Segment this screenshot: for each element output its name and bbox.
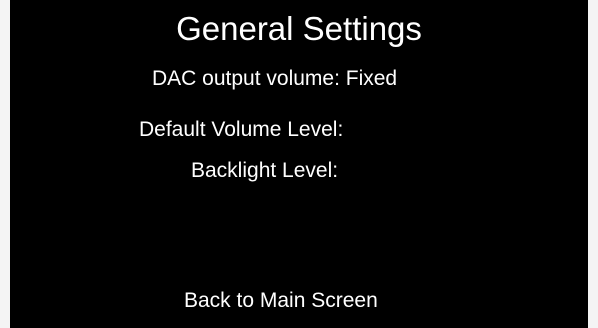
back-to-main-screen-button[interactable]: Back to Main Screen xyxy=(184,290,378,311)
settings-screen: General Settings DAC output volume: Fixe… xyxy=(10,0,588,328)
page-title: General Settings xyxy=(176,10,422,47)
default-volume-level-label: Default Volume Level: xyxy=(139,118,344,141)
backlight-level-label: Backlight Level: xyxy=(191,159,339,182)
dac-output-volume-setting[interactable]: DAC output volume: Fixed xyxy=(152,68,397,89)
